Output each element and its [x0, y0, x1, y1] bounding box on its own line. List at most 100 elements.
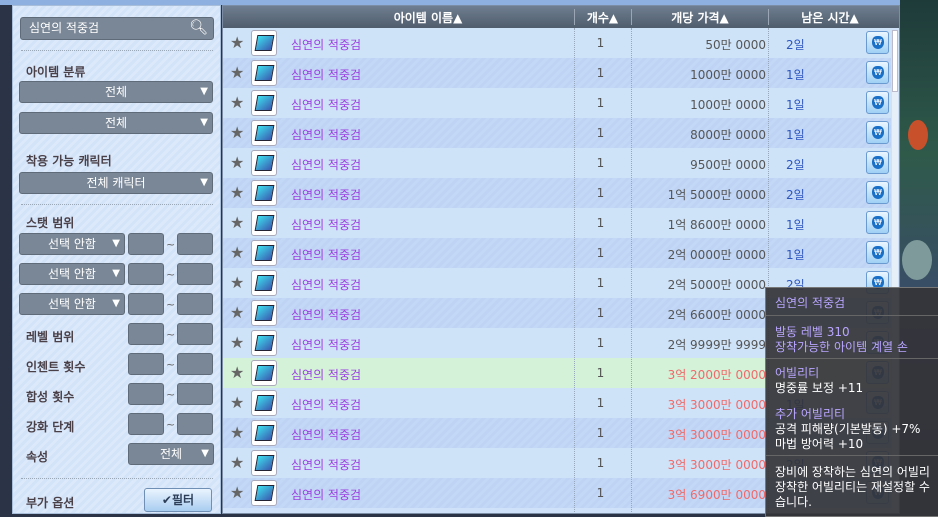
favorite-star-icon[interactable]: ★ [230, 483, 244, 502]
item-name: 심연의 적중검 [291, 398, 362, 412]
favorite-star-icon[interactable]: ★ [230, 363, 244, 382]
divider [21, 50, 213, 51]
table-row[interactable]: ★ 심연의 적중검 1 50만 0000 2일 ₩ [223, 28, 891, 58]
filter-panel: 심연의 적중검 🔍︎ 아이템 분류 전체 ▼ 전체 ▼ 착용 가능 캐릭터 전체 캐릭… [12, 5, 221, 514]
search-icon[interactable]: 🔍︎ [189, 17, 208, 38]
money-bag-icon: ₩ [872, 216, 884, 229]
item-count: 1 [596, 36, 605, 50]
favorite-star-icon[interactable]: ★ [230, 393, 244, 412]
attribute-label: 속성 [26, 450, 49, 464]
favorite-star-icon[interactable]: ★ [230, 273, 244, 292]
buy-button[interactable]: ₩ [866, 31, 889, 54]
stat-max-1[interactable] [177, 233, 213, 255]
favorite-star-icon[interactable]: ★ [230, 123, 244, 142]
item-price: 3억 3000만 0000 [667, 398, 766, 412]
synthesis-max[interactable] [177, 383, 213, 405]
item-count: 1 [596, 186, 605, 200]
table-row[interactable]: ★ 심연의 적중검 1 9500만 0000 2일 ₩ [223, 148, 891, 178]
buy-button[interactable]: ₩ [866, 151, 889, 174]
item-price: 1억 5000만 0000 [667, 188, 766, 202]
divider [21, 204, 213, 205]
table-header: 아이템 이름▲ 개수▲ 개당 가격▲ 남은 시간▲ [223, 6, 899, 28]
synthesis-min[interactable] [128, 383, 164, 405]
stat-min-3[interactable] [128, 293, 164, 315]
item-icon [251, 390, 277, 416]
enhance-max[interactable] [177, 413, 213, 435]
item-name: 심연의 적중검 [291, 68, 362, 82]
scrollbar-thumb[interactable] [892, 30, 898, 92]
table-row[interactable]: ★ 심연의 적중검 1 1억 5000만 0000 2일 ₩ [223, 178, 891, 208]
buy-button[interactable]: ₩ [866, 241, 889, 264]
header-price[interactable]: 개당 가격▲ [632, 9, 768, 26]
category-select-2[interactable]: 전체 ▼ [19, 112, 213, 134]
attribute-select[interactable]: 전체 ▼ [128, 443, 214, 465]
favorite-star-icon[interactable]: ★ [230, 153, 244, 172]
item-icon [251, 300, 277, 326]
header-count[interactable]: 개수▲ [575, 9, 630, 26]
buy-button[interactable]: ₩ [866, 181, 889, 204]
filter-button[interactable]: ✔필터 [144, 488, 212, 512]
item-icon [251, 240, 277, 266]
buy-button[interactable]: ₩ [866, 121, 889, 144]
time-left: 1일 [786, 218, 805, 232]
item-icon [251, 120, 277, 146]
item-count: 1 [596, 126, 605, 140]
item-price: 1억 8600만 0000 [667, 218, 766, 232]
stat-min-1[interactable] [128, 233, 164, 255]
item-icon [251, 90, 277, 116]
item-name: 심연의 적중검 [291, 128, 362, 142]
favorite-star-icon[interactable]: ★ [230, 423, 244, 442]
item-price: 1000만 0000 [690, 68, 766, 82]
item-name: 심연의 적중검 [291, 248, 362, 262]
check-icon: ✔ [161, 493, 172, 507]
favorite-star-icon[interactable]: ★ [230, 453, 244, 472]
favorite-star-icon[interactable]: ★ [230, 303, 244, 322]
favorite-star-icon[interactable]: ★ [230, 183, 244, 202]
item-price: 8000만 0000 [690, 128, 766, 142]
favorite-star-icon[interactable]: ★ [230, 243, 244, 262]
enhance-min[interactable] [128, 413, 164, 435]
stat-max-3[interactable] [177, 293, 213, 315]
category-select-1[interactable]: 전체 ▼ [19, 81, 213, 103]
item-count: 1 [596, 276, 605, 290]
favorite-star-icon[interactable]: ★ [230, 333, 244, 352]
enchant-min[interactable] [128, 353, 164, 375]
money-bag-icon: ₩ [872, 246, 884, 259]
table-row[interactable]: ★ 심연의 적중검 1 2억 0000만 0000 1일 ₩ [223, 238, 891, 268]
level-max[interactable] [177, 323, 213, 345]
header-time[interactable]: 남은 시간▲ [769, 9, 891, 26]
item-name: 심연의 적중검 [291, 158, 362, 172]
item-icon [251, 330, 277, 356]
buy-button[interactable]: ₩ [866, 211, 889, 234]
table-row[interactable]: ★ 심연의 적중검 1 1억 8600만 0000 1일 ₩ [223, 208, 891, 238]
item-name: 심연의 적중검 [291, 98, 362, 112]
favorite-star-icon[interactable]: ★ [230, 93, 244, 112]
buy-button[interactable]: ₩ [866, 61, 889, 84]
item-name: 심연의 적중검 [291, 368, 362, 382]
item-name: 심연의 적중검 [291, 218, 362, 232]
money-bag-icon: ₩ [872, 36, 884, 49]
extra-options-label: 부가 옵션 [26, 496, 75, 510]
character-select[interactable]: 전체 캐릭터 ▼ [19, 172, 213, 194]
enchant-max[interactable] [177, 353, 213, 375]
level-min[interactable] [128, 323, 164, 345]
stat-select-2[interactable]: 선택 안함 ▼ [19, 263, 125, 285]
search-input[interactable]: 심연의 적중검 🔍︎ [20, 17, 214, 40]
stat-select-3[interactable]: 선택 안함 ▼ [19, 293, 125, 315]
stat-max-2[interactable] [177, 263, 213, 285]
table-row[interactable]: ★ 심연의 적중검 1 1000만 0000 1일 ₩ [223, 58, 891, 88]
item-count: 1 [596, 66, 605, 80]
table-row[interactable]: ★ 심연의 적중검 1 8000만 0000 1일 ₩ [223, 118, 891, 148]
favorite-star-icon[interactable]: ★ [230, 213, 244, 232]
buy-button[interactable]: ₩ [866, 91, 889, 114]
stat-select-1[interactable]: 선택 안함 ▼ [19, 233, 125, 255]
table-row[interactable]: ★ 심연의 적중검 1 1000만 0000 1일 ₩ [223, 88, 891, 118]
item-name: 심연의 적중검 [291, 428, 362, 442]
favorite-star-icon[interactable]: ★ [230, 63, 244, 82]
stat-min-2[interactable] [128, 263, 164, 285]
item-count: 1 [596, 96, 605, 110]
header-name[interactable]: 아이템 이름▲ [283, 9, 573, 26]
favorite-star-icon[interactable]: ★ [230, 33, 244, 52]
money-bag-icon: ₩ [872, 156, 884, 169]
item-count: 1 [596, 426, 605, 440]
